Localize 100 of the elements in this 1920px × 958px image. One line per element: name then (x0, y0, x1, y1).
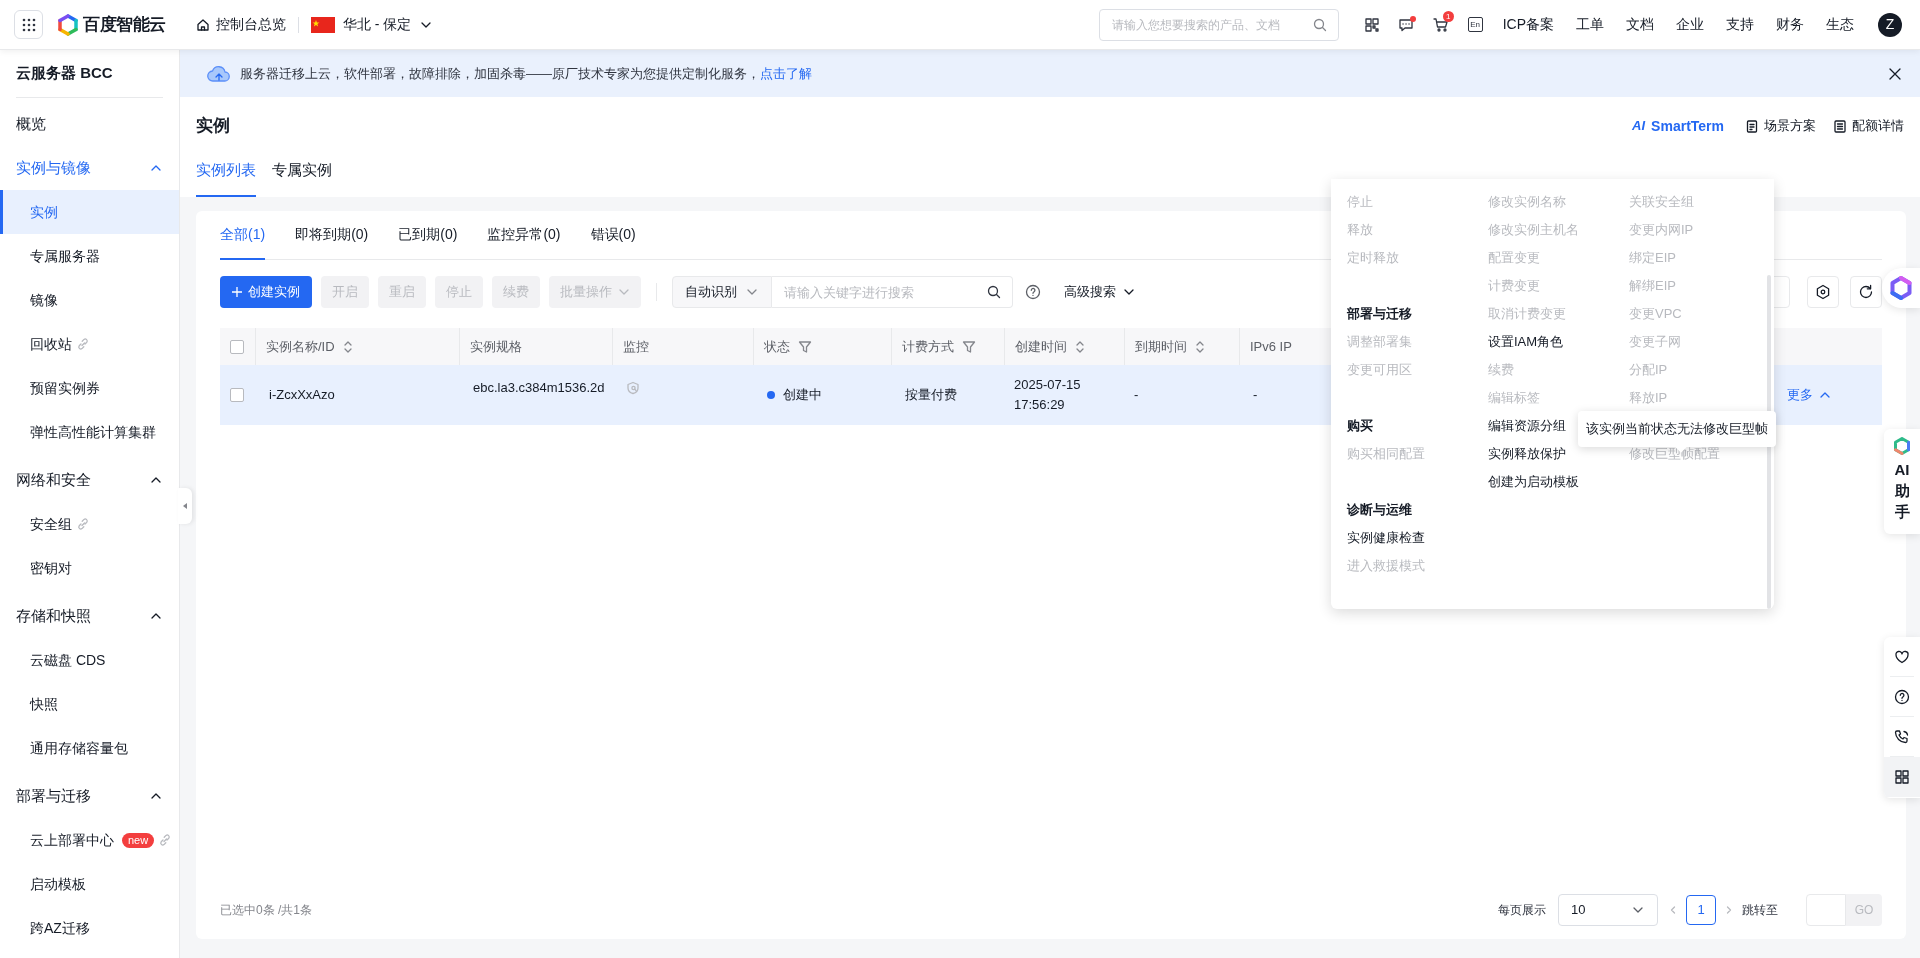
caret-left-icon (182, 502, 188, 510)
flag-icon (310, 16, 335, 33)
close-button[interactable] (1888, 66, 1902, 81)
nav-link[interactable]: 工单 (1576, 14, 1604, 35)
document-icon (1746, 119, 1758, 133)
nav-link[interactable]: ICP备案 (1502, 14, 1554, 35)
sidebar-item[interactable]: 专属服务器 (0, 234, 179, 278)
sidebar-item[interactable]: 快照 (0, 682, 179, 726)
create-button[interactable]: 创建实例 (220, 276, 312, 308)
hexagon-logo-icon (1889, 276, 1913, 300)
search-type-select[interactable]: 自动识别 (672, 276, 772, 308)
page-button[interactable]: 1 (1686, 895, 1716, 925)
new-badge: new (122, 832, 155, 848)
column-header: 计费方式 (902, 337, 954, 356)
checkbox[interactable] (230, 339, 244, 354)
console-link[interactable]: 控制台总览 (195, 14, 286, 35)
keyword-field[interactable]: 请输入关键字进行搜索 (772, 276, 1013, 308)
sidebar-group[interactable]: 部署与迁移 (0, 774, 179, 818)
column-header: 监控 (623, 337, 649, 356)
page-size-select[interactable]: 10 (1558, 894, 1658, 926)
ai-float-button[interactable] (1882, 268, 1920, 308)
sidebar-title: 云服务器 BCC (16, 50, 163, 98)
sidebar-item[interactable]: 实例 (0, 190, 179, 234)
status-tab[interactable]: 错误(0) (590, 211, 636, 260)
app-launcher-button[interactable] (14, 10, 43, 39)
sidebar-item[interactable]: 回收站 (0, 322, 179, 366)
menu-item[interactable]: 实例健康检查 (1347, 524, 1488, 552)
header-link[interactable]: 场景方案 (1746, 116, 1816, 136)
menu-item[interactable]: 创建为启动模板 (1488, 468, 1629, 496)
nav-link[interactable]: 生态 (1826, 14, 1854, 35)
settings-icon (1815, 284, 1831, 300)
help-icon (1025, 284, 1041, 300)
plus-icon (232, 287, 242, 297)
column-header: 状态 (764, 337, 790, 356)
nav-link[interactable]: 财务 (1776, 14, 1804, 35)
status-tab[interactable]: 即将到期(0) (295, 211, 369, 260)
sidebar-item[interactable]: 跨AZ迁移 (0, 906, 179, 950)
column-header: 实例规格 (470, 337, 522, 356)
menu-section-header: 部署与迁移 (1347, 305, 1413, 324)
banner-text: 服务器迁移上云，软件部署，故障排除，加固杀毒——原厂技术专家为您提供定制化服务， (240, 64, 760, 83)
language-button[interactable]: En (1467, 17, 1483, 32)
column-header: 实例名称/ID (266, 337, 335, 356)
region-selector[interactable]: 华北 - 保定 (310, 14, 434, 35)
status-tab[interactable]: 已到期(0) (398, 211, 458, 260)
sidebar-item[interactable]: 弹性高性能计算集群 (0, 410, 179, 454)
advanced-search-button[interactable]: 高级搜索 (1064, 282, 1136, 302)
hexagon-logo-icon (1893, 437, 1911, 455)
more-link[interactable]: 更多 (1787, 385, 1882, 405)
apps-button[interactable] (1884, 757, 1920, 797)
ai-assistant-panel[interactable]: AI助手 (1884, 429, 1920, 534)
nav-link[interactable]: 企业 (1676, 14, 1704, 35)
settings-button[interactable] (1807, 276, 1839, 308)
smartterm-link[interactable]: AI SmartTerm (1632, 115, 1724, 137)
collapse-handle[interactable] (178, 488, 192, 524)
sidebar-item[interactable]: 通用存储容量包 (0, 726, 179, 770)
tab[interactable]: 专属实例 (272, 155, 332, 197)
column-header: IPv6 IP (1250, 337, 1292, 356)
search-icon (1312, 17, 1327, 32)
sidebar-group[interactable]: 实例与镜像 (0, 146, 179, 190)
table-cell-text: - (1134, 386, 1139, 405)
search-field[interactable]: 请输入您想要搜索的产品、文档 (1098, 8, 1339, 41)
tab[interactable]: 实例列表 (196, 155, 256, 197)
home-icon (195, 17, 210, 32)
sidebar-item[interactable]: 预留实例券 (0, 366, 179, 410)
banner-link[interactable]: 点击了解 (760, 63, 812, 84)
sidebar-item[interactable]: 安全组 (0, 502, 179, 546)
status-tab[interactable]: 监控异常(0) (487, 211, 561, 260)
sidebar-item[interactable]: 云磁盘 CDS (0, 638, 179, 682)
checkbox[interactable] (230, 388, 244, 402)
sidebar-item[interactable]: 密钥对 (0, 546, 179, 590)
monitor-icon (626, 381, 640, 395)
phone-icon (1894, 728, 1910, 745)
column-header: 到期时间 (1135, 337, 1187, 356)
grid-icon (21, 17, 36, 32)
list-icon (1834, 119, 1846, 133)
sidebar-group[interactable]: 网络和安全 (0, 458, 179, 502)
logo-icon (57, 13, 79, 36)
sidebar-item[interactable]: 镜像 (0, 278, 179, 322)
refresh-button[interactable] (1850, 276, 1882, 308)
table-cell-text: 创建中 (783, 386, 822, 405)
nav-link[interactable]: 支持 (1726, 14, 1754, 35)
message-button[interactable] (1397, 16, 1414, 33)
table-cell-text: 按量付费 (905, 386, 957, 405)
status-tab[interactable]: 全部(1) (220, 211, 266, 260)
user-avatar[interactable]: Z (1878, 12, 1902, 37)
table-cell-text: i-ZcxXxAzo (269, 386, 335, 405)
qr-code-button[interactable] (1364, 17, 1379, 32)
jump-label: 跳转至 (1742, 902, 1778, 919)
sidebar-item[interactable]: 云上部署中心 new (0, 818, 179, 862)
sidebar-item[interactable]: 启动模板 (0, 862, 179, 906)
header-link[interactable]: 配额详情 (1834, 116, 1904, 136)
column-header: 创建时间 (1015, 337, 1067, 356)
sidebar-item[interactable]: 概览 (0, 102, 179, 146)
table-cell-text: 2025-07-15 17:56:29 (1014, 376, 1082, 414)
help-icon (1894, 688, 1910, 705)
table-cell-text: - (1253, 386, 1258, 405)
brand-name: 百度智能云 (83, 13, 166, 36)
nav-link[interactable]: 文档 (1626, 14, 1654, 35)
menu-item[interactable]: 设置IAM角色 (1488, 328, 1629, 356)
sidebar-group[interactable]: 存储和快照 (0, 594, 179, 638)
